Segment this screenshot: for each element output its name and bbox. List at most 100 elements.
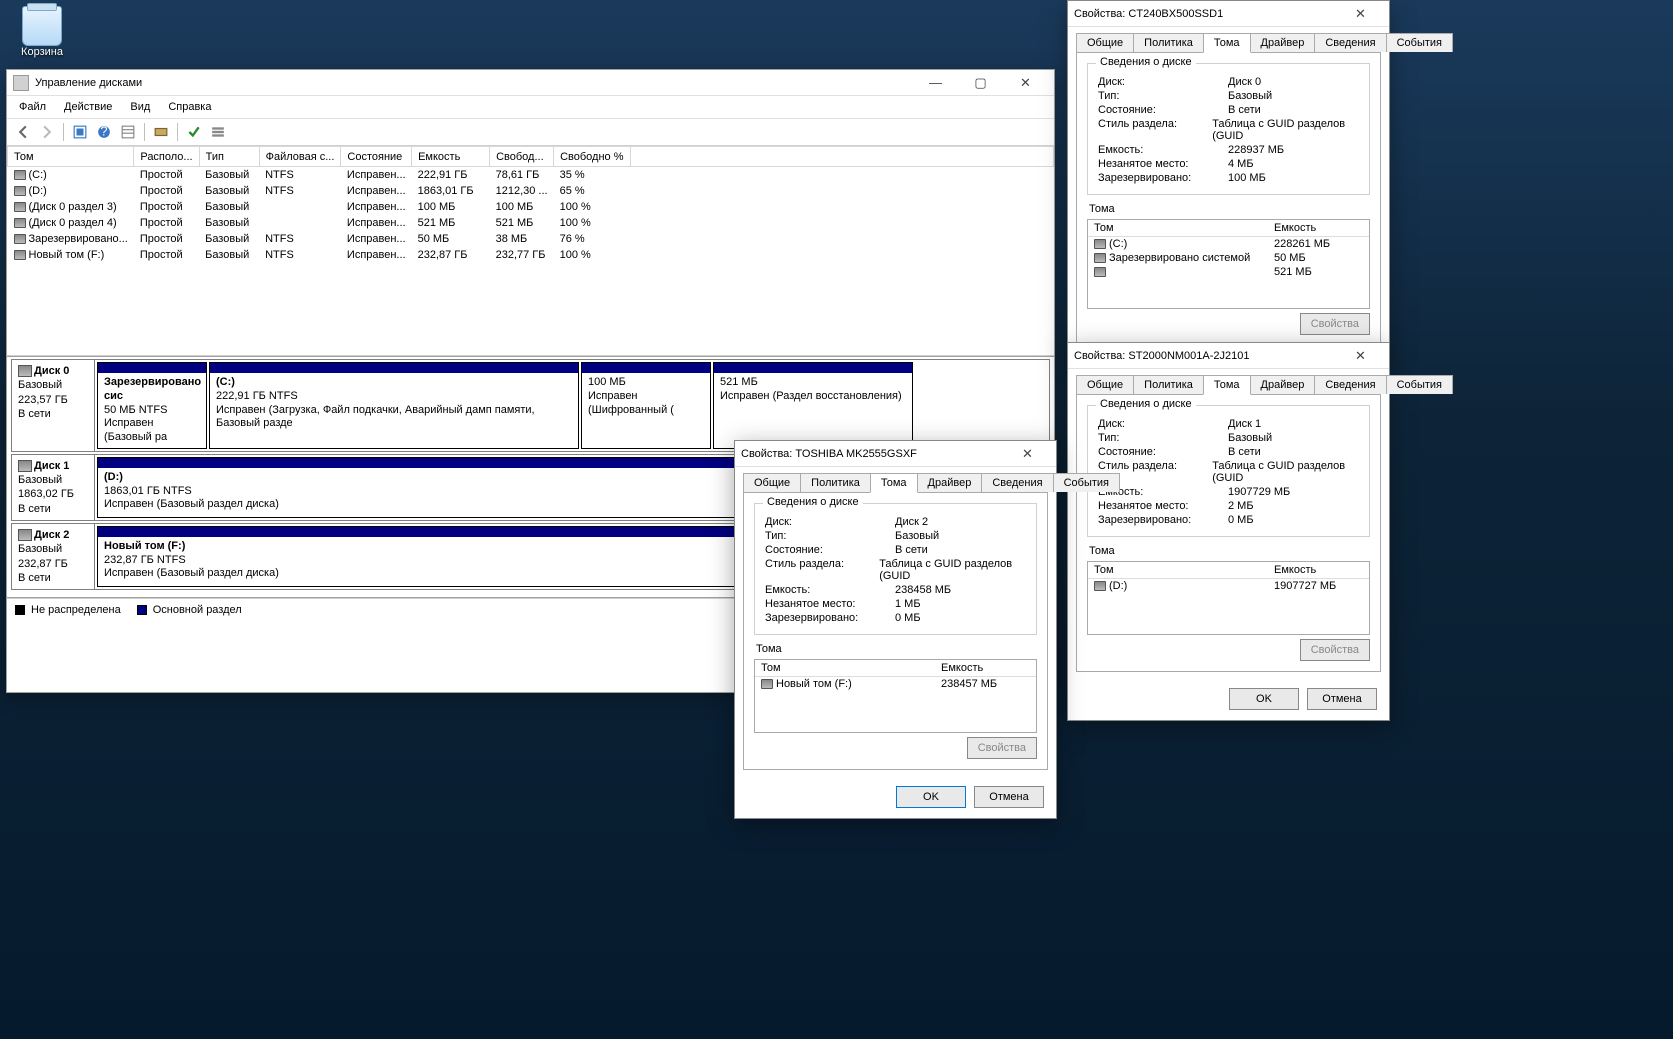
- menu-help[interactable]: Справка: [160, 99, 219, 115]
- tab-Сведения[interactable]: Сведения: [981, 473, 1053, 492]
- volume-row[interactable]: Зарезервировано системой50 МБ: [1088, 251, 1369, 265]
- dm-menubar: Файл Действие Вид Справка: [7, 96, 1054, 118]
- col-header[interactable]: Том: [8, 147, 134, 167]
- volume-row[interactable]: (C:)228261 МБ: [1088, 237, 1369, 252]
- dm-title: Управление дисками: [35, 77, 913, 89]
- volume-row[interactable]: (D:)1907727 МБ: [1088, 579, 1369, 594]
- props-dialog-toshiba: Свойства: TOSHIBA MK2555GSXF ✕ ОбщиеПоли…: [734, 440, 1057, 819]
- col-header[interactable]: Состояние: [341, 147, 412, 167]
- tab-Тома[interactable]: Тома: [1203, 33, 1251, 53]
- props2-properties-button[interactable]: Свойства: [1300, 639, 1370, 661]
- props2-cancel-button[interactable]: Отмена: [1307, 688, 1377, 710]
- props3-titlebar[interactable]: Свойства: TOSHIBA MK2555GSXF ✕: [735, 441, 1056, 467]
- props1-volumes[interactable]: ТомЕмкость(C:)228261 МБЗарезервировано с…: [1087, 219, 1370, 309]
- col-header[interactable]: Свободно %: [554, 147, 630, 167]
- disk-row[interactable]: Диск 0Базовый223,57 ГБВ сетиЗарезервиров…: [11, 359, 1050, 452]
- tab-Общие[interactable]: Общие: [1076, 33, 1134, 52]
- recycle-bin-label: Корзина: [21, 46, 63, 58]
- tab-Политика[interactable]: Политика: [800, 473, 871, 492]
- props2-ok-button[interactable]: OK: [1229, 688, 1299, 710]
- props3-properties-button[interactable]: Свойства: [967, 737, 1037, 759]
- tab-Тома[interactable]: Тома: [870, 473, 918, 493]
- close-button[interactable]: ✕: [1003, 72, 1048, 94]
- settings-button[interactable]: [151, 122, 171, 142]
- volume-row[interactable]: (Диск 0 раздел 3)ПростойБазовыйИсправен.…: [8, 199, 1054, 215]
- forward-button[interactable]: [37, 122, 57, 142]
- tab-Сведения[interactable]: Сведения: [1314, 375, 1386, 394]
- check-button[interactable]: [184, 122, 204, 142]
- menu-action[interactable]: Действие: [56, 99, 120, 115]
- props1-diskinfo-group: Сведения о диске Диск:Диск 0Тип:БазовыйС…: [1087, 63, 1370, 195]
- disk-icon: [18, 460, 32, 472]
- tab-Общие[interactable]: Общие: [1076, 375, 1134, 394]
- tab-События[interactable]: События: [1386, 375, 1453, 394]
- tab-Тома[interactable]: Тома: [1203, 375, 1251, 395]
- props3-cancel-button[interactable]: Отмена: [974, 786, 1044, 808]
- list-button[interactable]: [208, 122, 228, 142]
- props2-tabs: ОбщиеПолитикаТомаДрайверСведенияСобытия: [1068, 369, 1389, 394]
- volume-list[interactable]: ТомРасполо...ТипФайловая с...СостояниеЕм…: [7, 146, 1054, 356]
- grid-button[interactable]: [118, 122, 138, 142]
- volume-row[interactable]: 521 МБ: [1088, 265, 1369, 279]
- back-button[interactable]: [13, 122, 33, 142]
- legend-swatch-unalloc: [15, 605, 25, 615]
- volume-row[interactable]: Новый том (F:)ПростойБазовыйNTFSИсправен…: [8, 247, 1054, 263]
- disk-icon: [18, 365, 32, 377]
- tab-Драйвер[interactable]: Драйвер: [1250, 33, 1316, 52]
- recycle-bin[interactable]: Корзина: [16, 6, 68, 58]
- partition[interactable]: 100 МБИсправен (Шифрованный (: [581, 362, 711, 449]
- tab-Политика[interactable]: Политика: [1133, 33, 1204, 52]
- legend-primary: Основной раздел: [153, 604, 242, 616]
- props3-ok-button[interactable]: OK: [896, 786, 966, 808]
- tab-Сведения[interactable]: Сведения: [1314, 33, 1386, 52]
- tab-События[interactable]: События: [1053, 473, 1120, 492]
- props1-titlebar[interactable]: Свойства: CT240BX500SSD1 ✕: [1068, 1, 1389, 27]
- props1-close[interactable]: ✕: [1338, 3, 1383, 25]
- partition[interactable]: 521 МБИсправен (Раздел восстановления): [713, 362, 913, 449]
- col-header[interactable]: Свобод...: [490, 147, 554, 167]
- minimize-button[interactable]: —: [913, 72, 958, 94]
- volume-row[interactable]: Зарезервировано...ПростойБазовыйNTFSИспр…: [8, 231, 1054, 247]
- props2-title: Свойства: ST2000NM001A-2J2101: [1074, 350, 1338, 362]
- partition[interactable]: Зарезервировано сис50 МБ NTFSИсправен (Б…: [97, 362, 207, 449]
- props3-title: Свойства: TOSHIBA MK2555GSXF: [741, 448, 1005, 460]
- tab-Драйвер[interactable]: Драйвер: [917, 473, 983, 492]
- volume-row[interactable]: (Диск 0 раздел 4)ПростойБазовыйИсправен.…: [8, 215, 1054, 231]
- menu-file[interactable]: Файл: [11, 99, 54, 115]
- volume-row[interactable]: (D:)ПростойБазовыйNTFSИсправен...1863,01…: [8, 183, 1054, 199]
- col-header[interactable]: Тип: [199, 147, 259, 167]
- help-button[interactable]: ?: [94, 122, 114, 142]
- volume-row[interactable]: (C:)ПростойБазовыйNTFSИсправен...222,91 …: [8, 167, 1054, 183]
- col-header[interactable]: Емкость: [412, 147, 490, 167]
- props3-volumes[interactable]: ТомЕмкостьНовый том (F:)238457 МБ: [754, 659, 1037, 733]
- svg-text:?: ?: [100, 125, 107, 139]
- props2-volumes[interactable]: ТомЕмкость(D:)1907727 МБ: [1087, 561, 1370, 635]
- partition[interactable]: (C:)222,91 ГБ NTFSИсправен (Загрузка, Фа…: [209, 362, 579, 449]
- menu-view[interactable]: Вид: [122, 99, 158, 115]
- recycle-bin-icon: [22, 6, 62, 46]
- props1-properties-button[interactable]: Свойства: [1300, 313, 1370, 335]
- tab-Политика[interactable]: Политика: [1133, 375, 1204, 394]
- props3-diskinfo-group: Сведения о диске Диск:Диск 2Тип:БазовыйС…: [754, 503, 1037, 635]
- col-header[interactable]: Располо...: [134, 147, 199, 167]
- col-header[interactable]: Файловая с...: [259, 147, 341, 167]
- maximize-button[interactable]: ▢: [958, 72, 1003, 94]
- refresh-button[interactable]: [70, 122, 90, 142]
- props2-titlebar[interactable]: Свойства: ST2000NM001A-2J2101 ✕: [1068, 343, 1389, 369]
- disk-icon: [18, 529, 32, 541]
- props2-diskinfo-group: Сведения о диске Диск:Диск 1Тип:БазовыйС…: [1087, 405, 1370, 537]
- props-dialog-ct240: Свойства: CT240BX500SSD1 ✕ ОбщиеПолитика…: [1067, 0, 1390, 355]
- volume-row[interactable]: Новый том (F:)238457 МБ: [755, 677, 1036, 692]
- props1-title: Свойства: CT240BX500SSD1: [1074, 8, 1338, 20]
- app-icon: [13, 75, 29, 91]
- tab-События[interactable]: События: [1386, 33, 1453, 52]
- props2-close[interactable]: ✕: [1338, 345, 1383, 367]
- tab-Общие[interactable]: Общие: [743, 473, 801, 492]
- tab-Драйвер[interactable]: Драйвер: [1250, 375, 1316, 394]
- props3-tabs: ОбщиеПолитикаТомаДрайверСведенияСобытия: [735, 467, 1056, 492]
- props1-tabs: ОбщиеПолитикаТомаДрайверСведенияСобытия: [1068, 27, 1389, 52]
- legend-swatch-primary: [137, 605, 147, 615]
- dm-toolbar: ?: [7, 118, 1054, 146]
- props3-close[interactable]: ✕: [1005, 443, 1050, 465]
- dm-titlebar[interactable]: Управление дисками — ▢ ✕: [7, 70, 1054, 96]
